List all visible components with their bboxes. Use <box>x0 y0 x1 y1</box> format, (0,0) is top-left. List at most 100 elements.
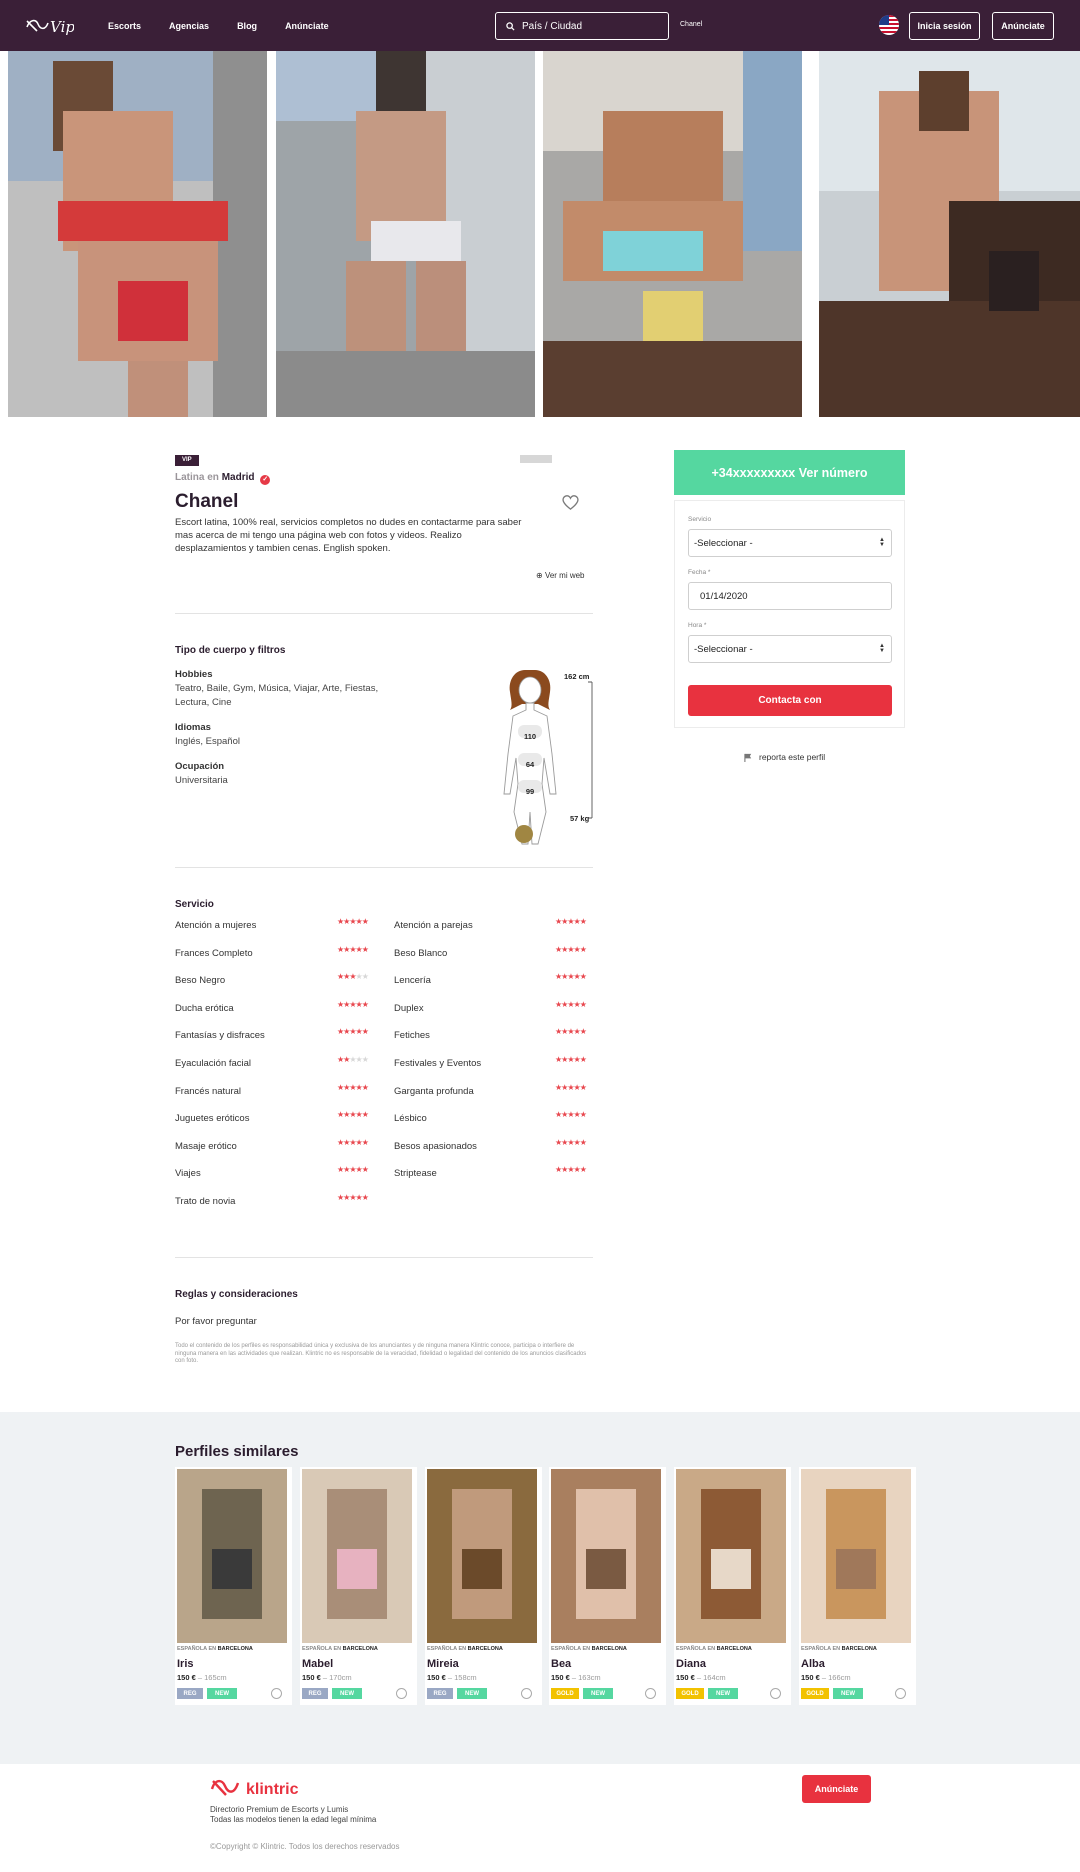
similar-city: BARCELONA <box>342 1646 378 1652</box>
service-select[interactable]: -Seleccionar - ▲ ▼ <box>688 529 892 557</box>
report-label: reporta este perfil <box>759 752 826 762</box>
tier-badge: REG <box>177 1688 203 1699</box>
search-input[interactable]: País / Ciudad <box>495 12 669 40</box>
similar-name[interactable]: Mabel <box>302 1658 333 1670</box>
similar-name[interactable]: Alba <box>801 1658 825 1670</box>
nav-escorts[interactable]: Escorts <box>108 21 141 31</box>
occupation-label: Ocupación <box>175 761 225 772</box>
similar-name[interactable]: Bea <box>551 1658 571 1670</box>
contact-button[interactable]: Contacta con <box>688 685 892 716</box>
similar-profile-photo[interactable] <box>551 1469 661 1643</box>
similar-name[interactable]: Mireia <box>427 1658 459 1670</box>
brand-name: klintric <box>246 1781 299 1798</box>
main-nav: Escorts Agencias Blog Anúnciate <box>108 0 329 51</box>
date-input[interactable]: 01/14/2020 <box>688 582 892 610</box>
vip-logo[interactable]: Vip <box>24 10 74 40</box>
similar-profile-card[interactable]: ESPAÑOLA EN BARCELONA Bea 150 € – 163cm GOL… <box>549 1467 666 1705</box>
body-figure: 162 cm 57 kg 110 64 99 <box>480 662 600 848</box>
similar-profile-photo[interactable] <box>302 1469 412 1643</box>
whatsapp-icon[interactable] <box>396 1688 407 1699</box>
whatsapp-icon[interactable] <box>770 1688 781 1699</box>
show-phone-button[interactable]: +34xxxxxxxxx Ver número <box>674 450 905 495</box>
similar-name[interactable]: Iris <box>177 1658 194 1670</box>
similar-profile-card[interactable]: ESPAÑOLA EN BARCELONA Alba 150 € – 166cm GO… <box>799 1467 916 1705</box>
similar-price: 150 € – 164cm <box>676 1673 726 1682</box>
gallery-photo-4[interactable] <box>819 51 1080 417</box>
rating-stars: ★★★★★ <box>555 1137 587 1147</box>
footer-advertise-button[interactable]: Anúnciate <box>802 1775 871 1803</box>
photo-gallery <box>0 51 1080 468</box>
footer-logo[interactable]: klintric <box>210 1773 320 1806</box>
similar-profile-card[interactable]: ESPAÑOLA EN BARCELONA Iris 150 € – 165cm RE… <box>175 1467 292 1705</box>
nav-anunciate[interactable]: Anúnciate <box>285 21 329 31</box>
rules-text: Por favor preguntar <box>175 1316 257 1327</box>
services-title: Servicio <box>175 899 214 910</box>
divider <box>175 1257 593 1258</box>
us-flag-icon[interactable] <box>879 15 899 35</box>
footer-tagline: Directorio Premium de Escorts y Lumis To… <box>210 1805 376 1824</box>
login-button[interactable]: Inicia sesión <box>909 12 980 40</box>
nav-blog[interactable]: Blog <box>237 21 257 31</box>
whatsapp-icon[interactable] <box>645 1688 656 1699</box>
similar-price: 150 € – 158cm <box>427 1673 477 1682</box>
similar-profile-card[interactable]: ESPAÑOLA EN BARCELONA Mabel 150 € – 170cm R… <box>300 1467 417 1705</box>
select-caret-icon: ▲ ▼ <box>879 643 885 654</box>
gallery-indicator[interactable] <box>512 449 560 468</box>
similar-location: ESPAÑOLA EN BARCELONA <box>302 1646 378 1652</box>
service-item: Masaje erótico <box>175 1140 237 1152</box>
search-icon <box>506 21 515 31</box>
similar-profile-card[interactable]: ESPAÑOLA EN BARCELONA Mireia 150 € – 158cm… <box>425 1467 542 1705</box>
favorite-heart-icon[interactable] <box>561 494 580 511</box>
rating-stars: ★★★★★ <box>555 1055 587 1064</box>
service-item: Beso Negro <box>175 975 226 987</box>
whatsapp-icon[interactable] <box>895 1688 906 1699</box>
service-item: Besos apasionados <box>394 1140 477 1152</box>
tier-badge: REG <box>302 1688 328 1699</box>
new-badge: NEW <box>207 1688 237 1699</box>
similar-city: BARCELONA <box>841 1646 877 1652</box>
gallery-photo-3[interactable] <box>543 51 802 417</box>
similar-price: 150 € – 166cm <box>801 1673 851 1682</box>
similar-city: BARCELONA <box>217 1646 253 1652</box>
report-profile-link[interactable]: reporta este perfil <box>744 752 825 762</box>
rules-title: Reglas y consideraciones <box>175 1289 298 1300</box>
profile-city[interactable]: Madrid <box>222 472 255 483</box>
similar-profile-card[interactable]: ESPAÑOLA EN BARCELONA Diana 150 € – 164cm G… <box>674 1467 791 1705</box>
similar-name[interactable]: Diana <box>676 1658 706 1670</box>
search-tag[interactable]: Chanel <box>680 21 702 28</box>
similar-profile-photo[interactable] <box>676 1469 786 1643</box>
whatsapp-icon[interactable] <box>271 1688 282 1699</box>
nav-agencias[interactable]: Agencias <box>169 21 209 31</box>
gallery-photo-1[interactable] <box>8 51 267 417</box>
similar-city: BARCELONA <box>467 1646 503 1652</box>
top-navbar: Vip Escorts Agencias Blog Anúnciate País… <box>0 0 1080 51</box>
tier-badge: GOLD <box>551 1688 579 1699</box>
website-link[interactable]: ⊕ Ver mi web <box>536 571 585 580</box>
similar-height: 166cm <box>828 1673 851 1682</box>
similar-nationality: ESPAÑOLA EN <box>801 1646 841 1652</box>
similar-profile-photo[interactable] <box>427 1469 537 1643</box>
similar-profile-photo[interactable] <box>801 1469 911 1643</box>
advertise-button[interactable]: Anúnciate <box>992 12 1054 40</box>
klintric-logo: klintric <box>210 1779 299 1798</box>
service-item: Lencería <box>394 975 431 987</box>
similar-nationality: ESPAÑOLA EN <box>177 1646 217 1652</box>
similar-location: ESPAÑOLA EN BARCELONA <box>676 1646 752 1652</box>
similar-profile-photo[interactable] <box>177 1469 287 1643</box>
copyright: ©Copyright © Klintric. Todos los derecho… <box>210 1842 400 1851</box>
whatsapp-icon[interactable] <box>521 1688 532 1699</box>
category-label: Latina en <box>175 472 219 483</box>
new-badge: NEW <box>833 1688 863 1699</box>
profile-category: Latina en Madrid ✓ <box>175 472 271 485</box>
gallery-photo-2[interactable] <box>276 51 535 417</box>
weight-value: 57 kg <box>570 814 590 823</box>
rating-stars: ★★★★★ <box>555 999 587 1009</box>
time-select[interactable]: -Seleccionar - ▲ ▼ <box>688 635 892 663</box>
similar-price: 150 € – 170cm <box>302 1673 352 1682</box>
rating-stars: ★★★★★ <box>337 999 369 1009</box>
similar-city: BARCELONA <box>716 1646 752 1652</box>
similar-location: ESPAÑOLA EN BARCELONA <box>801 1646 877 1652</box>
verified-icon: ✓ <box>260 475 271 485</box>
similar-height: 163cm <box>578 1673 601 1682</box>
rating-stars: ★★★★★ <box>555 1027 587 1037</box>
